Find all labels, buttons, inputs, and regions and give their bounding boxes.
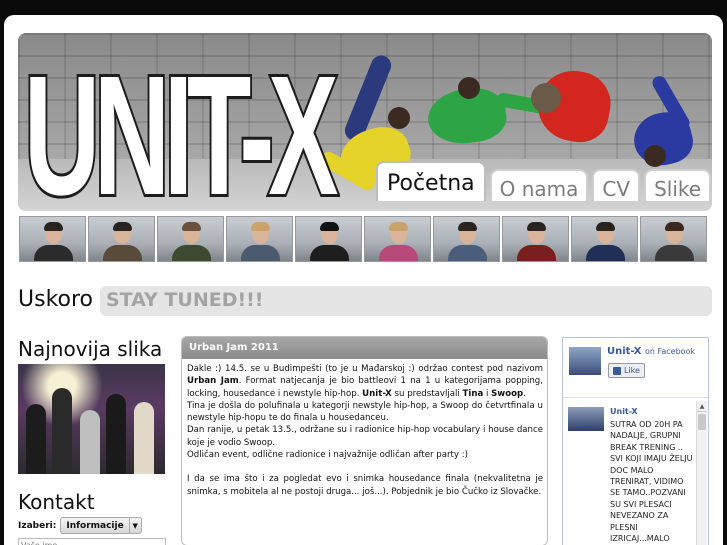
like-label: Like: [624, 366, 640, 375]
text-bold: Urban Jam: [187, 376, 239, 387]
member-thumbnail[interactable]: [226, 216, 293, 262]
member-thumbnail[interactable]: [295, 216, 362, 262]
photo-person: [106, 394, 126, 474]
chevron-down-icon: ▼: [128, 518, 141, 533]
photo-person: [52, 388, 72, 474]
member-hair: [44, 222, 63, 231]
member-hair: [113, 222, 132, 231]
coming-soon-box: STAY TUNED!!!: [100, 286, 712, 316]
member-hair: [320, 222, 339, 231]
photo-person: [26, 404, 46, 474]
member-body: [655, 245, 694, 261]
member-body: [172, 245, 211, 261]
contact-topic-select[interactable]: Informacije ▼: [60, 517, 142, 534]
facebook-post-author[interactable]: Unit-X: [610, 407, 638, 416]
member-hair: [596, 222, 615, 231]
article-paragraph: I da se ima što i za pogledat evo i snim…: [187, 474, 543, 497]
text: i: [483, 388, 492, 399]
choose-label: Izaberi:: [18, 520, 57, 531]
facebook-post-avatar[interactable]: [568, 407, 604, 431]
facebook-scrollbar[interactable]: ▲: [696, 401, 707, 545]
member-body: [103, 245, 142, 261]
photo-person: [80, 410, 100, 474]
member-hair: [527, 222, 546, 231]
text-bold: Unit-X: [362, 388, 392, 399]
facebook-like-box: Unit-X on Facebook Like Unit-X SUTRA OD …: [562, 337, 709, 545]
article-paragraph: Tina je došla do polufinala u kategorji …: [187, 400, 543, 424]
article-paragraph: Odličan event, odlične radionice i najva…: [187, 450, 468, 461]
text-bold: Tina: [462, 388, 484, 399]
facebook-post-text: SUTRA OD 20H PA NADALJE, GRUPNI BREAK TR…: [610, 420, 693, 544]
member-body: [241, 245, 280, 261]
thumbs-up-icon: [613, 366, 621, 375]
member-body: [586, 245, 625, 261]
member-thumbnail[interactable]: [502, 216, 569, 262]
member-thumbnail[interactable]: [433, 216, 500, 262]
scrollbar-thumb[interactable]: [698, 414, 706, 430]
name-input[interactable]: [18, 538, 166, 545]
article-body: Dakle :) 14.5. se u Budimpešti (to je u …: [182, 359, 547, 498]
member-hair: [665, 222, 684, 231]
member-body: [310, 245, 349, 261]
member-thumbnail[interactable]: [640, 216, 707, 262]
text: su predstavljali: [391, 388, 463, 399]
tab-pocetna[interactable]: Početna: [376, 161, 486, 201]
text-bold: Swoop: [491, 388, 524, 399]
tab-slike[interactable]: Slike: [644, 169, 712, 201]
scroll-up-icon[interactable]: ▲: [697, 401, 707, 412]
latest-photo-heading: Najnovija slika: [18, 337, 163, 361]
on-facebook-text: on Facebook: [644, 347, 696, 356]
member-hair: [251, 222, 270, 231]
contact-topic-value: Informacije: [66, 520, 124, 531]
tab-o-nama[interactable]: O nama: [489, 169, 589, 201]
member-body: [448, 245, 487, 261]
facebook-page-title: Unit-X: [607, 346, 642, 357]
news-article: Urban Jam 2011 Dakle :) 14.5. se u Budim…: [181, 336, 548, 545]
page: UNIT-X Početna O nama CV Slike Uskoro ST…: [4, 15, 723, 545]
facebook-like-button[interactable]: Like: [608, 363, 645, 378]
contact-heading: Kontakt: [18, 490, 95, 514]
facebook-header: Unit-X on Facebook Like: [563, 338, 708, 398]
member-body: [379, 245, 418, 261]
logo-text: UNIT-X: [22, 40, 340, 211]
member-thumbnail[interactable]: [157, 216, 224, 262]
member-hair: [389, 222, 408, 231]
member-thumbnail[interactable]: [88, 216, 155, 262]
text: Dakle :) 14.5. se u Budimpešti (to je u …: [187, 364, 543, 374]
member-hair: [182, 222, 201, 231]
choose-row: Izaberi: Informacije ▼: [18, 517, 142, 534]
facebook-page-avatar[interactable]: [569, 347, 601, 375]
member-hair: [458, 222, 477, 231]
member-body: [34, 245, 73, 261]
tab-cv[interactable]: CV: [592, 169, 641, 201]
article-paragraph: Dakle :) 14.5. se u Budimpešti (to je u …: [187, 363, 543, 400]
member-body: [517, 245, 556, 261]
dancer-red-head: [531, 83, 561, 113]
member-thumbnail[interactable]: [19, 216, 86, 262]
article-paragraph: Dan ranije, u petak 13.5., održane su i …: [187, 425, 543, 448]
article-title: Urban Jam 2011: [182, 337, 547, 359]
main-nav: Početna O nama CV Slike: [376, 161, 712, 201]
facebook-page-name[interactable]: Unit-X on Facebook: [607, 346, 695, 357]
latest-photo[interactable]: [18, 364, 165, 474]
member-strip: [19, 216, 707, 262]
photo-person: [134, 402, 154, 474]
member-thumbnail[interactable]: [571, 216, 638, 262]
text: .: [523, 388, 526, 399]
member-thumbnail[interactable]: [364, 216, 431, 262]
coming-soon-label: Uskoro: [18, 287, 94, 312]
